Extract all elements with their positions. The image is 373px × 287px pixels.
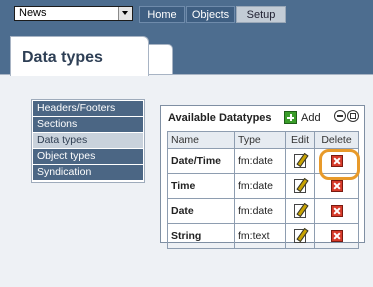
maximize-icon[interactable] <box>347 110 359 122</box>
tab-secondary[interactable] <box>148 44 173 74</box>
page-title: Data types <box>22 49 103 66</box>
chevron-down-icon[interactable] <box>118 7 132 20</box>
sidebar-item-object-types[interactable]: Object types <box>33 149 143 164</box>
edit-cell <box>285 173 315 199</box>
sidebar-item-headers-footers[interactable]: Headers/Footers <box>33 101 143 116</box>
delete-icon[interactable] <box>330 205 343 218</box>
delete-cell <box>314 223 359 249</box>
top-bar: News Home Objects Setup <box>0 0 373 24</box>
edit-cell <box>285 148 315 174</box>
delete-cell <box>314 173 359 199</box>
row-name: Time <box>167 173 235 199</box>
column-header-name: Name <box>167 131 235 149</box>
add-button[interactable]: Add <box>301 112 321 124</box>
edit-icon[interactable] <box>294 154 306 168</box>
row-type: fm:date <box>234 148 286 174</box>
delete-cell <box>314 148 359 174</box>
datatypes-box: Available Datatypes Add Name Type Edit D… <box>160 105 365 249</box>
site-select[interactable]: News <box>14 6 133 21</box>
content-panel: Headers/Footers Sections Data types Obje… <box>0 74 373 287</box>
row-name: String <box>167 223 235 249</box>
site-select-value: News <box>19 7 47 19</box>
table-row: String fm:text <box>167 223 359 249</box>
nav-objects[interactable]: Objects <box>186 6 235 23</box>
table-row: Date fm:date <box>167 198 359 224</box>
collapse-icon[interactable] <box>334 110 346 122</box>
datatypes-table: Name Type Edit Delete Date/Time fm:date … <box>167 131 359 249</box>
edit-icon[interactable] <box>294 204 306 218</box>
table-header-row: Name Type Edit Delete <box>167 131 359 149</box>
row-name: Date <box>167 198 235 224</box>
table-row: Time fm:date <box>167 173 359 199</box>
edit-icon[interactable] <box>294 229 306 243</box>
edit-cell <box>285 198 315 224</box>
edit-cell <box>285 223 315 249</box>
sidebar-menu: Headers/Footers Sections Data types Obje… <box>31 99 145 183</box>
tab-data-types[interactable]: Data types <box>10 36 149 76</box>
row-type: fm:text <box>234 223 286 249</box>
delete-icon[interactable] <box>330 230 343 243</box>
column-header-delete: Delete <box>314 131 359 149</box>
sidebar-item-syndication[interactable]: Syndication <box>33 165 143 180</box>
delete-icon[interactable] <box>330 180 343 193</box>
datatypes-title: Available Datatypes <box>168 112 272 124</box>
sidebar-item-data-types[interactable]: Data types <box>33 133 143 148</box>
sidebar-item-sections[interactable]: Sections <box>33 117 143 132</box>
nav-setup[interactable]: Setup <box>236 6 286 23</box>
row-name: Date/Time <box>167 148 235 174</box>
table-row: Date/Time fm:date <box>167 148 359 174</box>
column-header-edit: Edit <box>285 131 315 149</box>
column-header-type: Type <box>234 131 286 149</box>
row-type: fm:date <box>234 173 286 199</box>
add-icon[interactable] <box>284 111 297 124</box>
row-type: fm:date <box>234 198 286 224</box>
delete-cell <box>314 198 359 224</box>
edit-icon[interactable] <box>294 179 306 193</box>
delete-icon[interactable] <box>330 155 343 168</box>
nav-home[interactable]: Home <box>139 6 185 23</box>
